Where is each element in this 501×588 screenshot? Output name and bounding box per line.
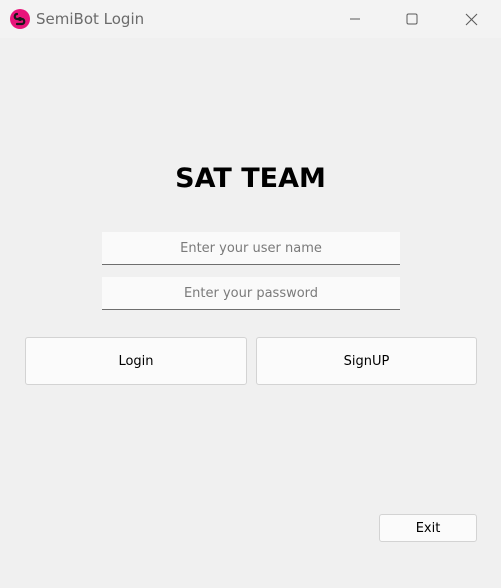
login-button-label: Login — [118, 353, 154, 369]
exit-button-label: Exit — [415, 520, 441, 536]
close-icon — [465, 13, 477, 25]
exit-button[interactable]: Exit — [379, 514, 477, 542]
minimize-button[interactable] — [326, 0, 384, 38]
close-button[interactable] — [442, 0, 500, 38]
minimize-icon — [350, 18, 360, 20]
maximize-icon — [406, 13, 418, 25]
password-input[interactable] — [102, 277, 400, 310]
login-button[interactable]: Login — [25, 337, 247, 385]
username-input[interactable] — [102, 232, 400, 265]
semibot-logo-icon — [10, 9, 30, 29]
window-title: SemiBot Login — [36, 10, 145, 28]
signup-button-label: SignUP — [343, 353, 390, 369]
maximize-button[interactable] — [383, 0, 441, 38]
page-title: SAT TEAM — [175, 163, 326, 194]
title-bar[interactable]: SemiBot Login — [0, 0, 501, 38]
signup-button[interactable]: SignUP — [256, 337, 477, 385]
